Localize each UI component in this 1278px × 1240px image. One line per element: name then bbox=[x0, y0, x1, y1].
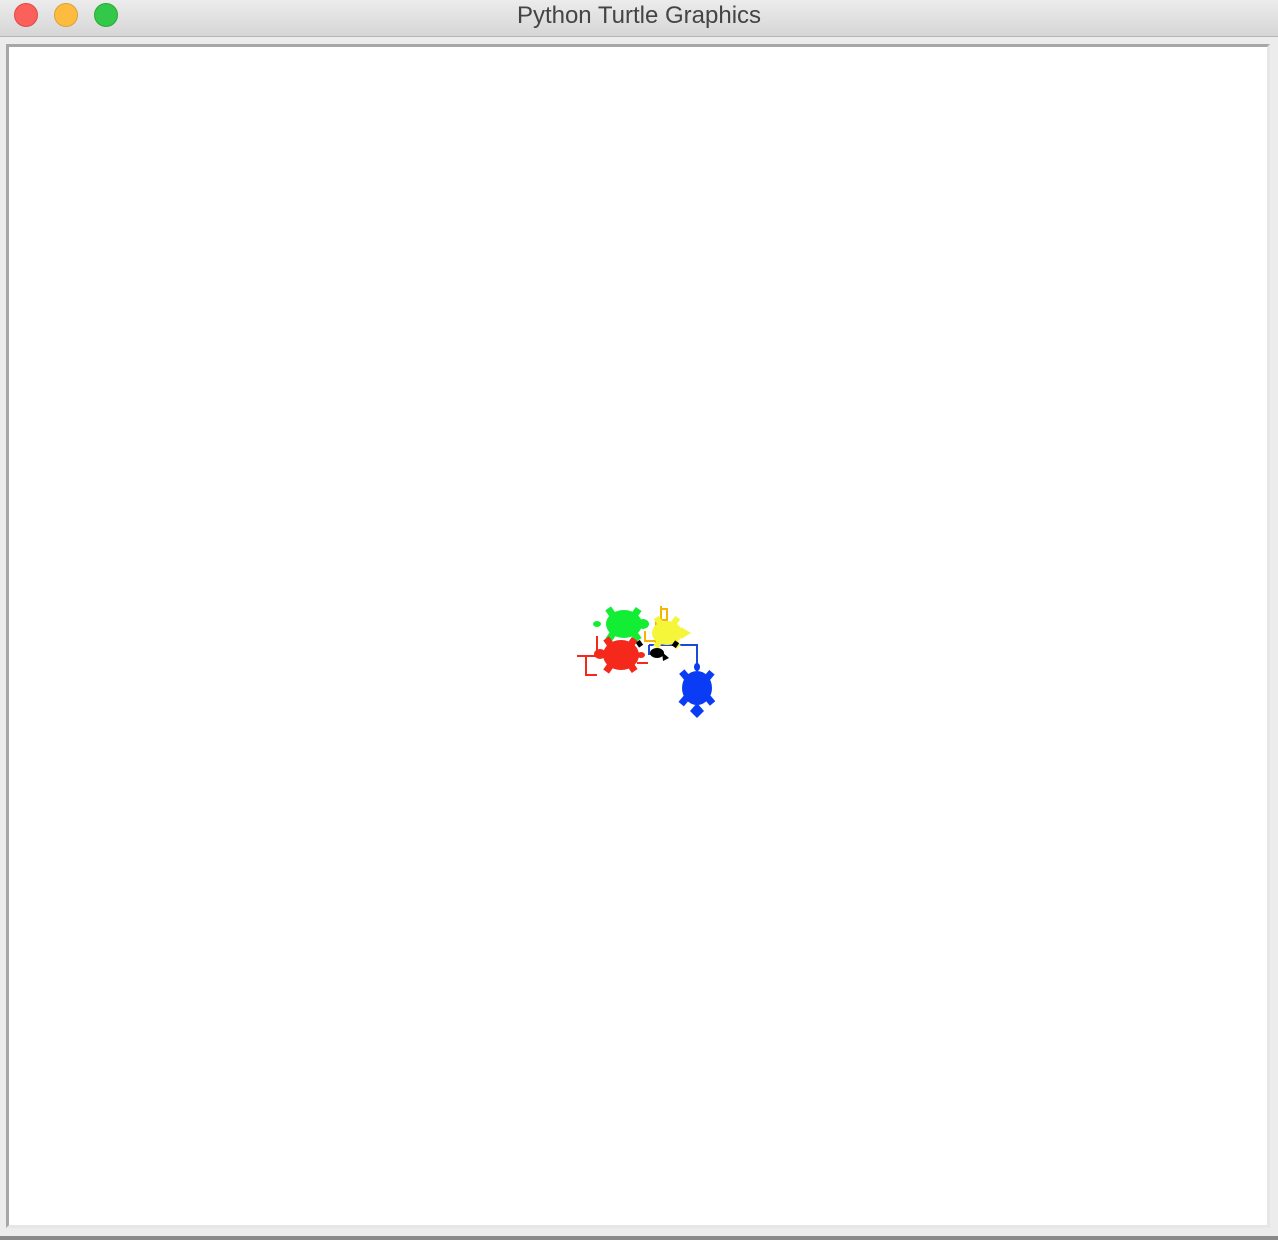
turtle-window: Python Turtle Graphics bbox=[0, 0, 1278, 1240]
green-turtle bbox=[593, 606, 649, 643]
drawing-surface bbox=[577, 606, 716, 718]
turtle-canvas[interactable] bbox=[6, 44, 1270, 1228]
blue-turtle bbox=[678, 663, 716, 718]
window-bottom-edge bbox=[0, 1236, 1278, 1240]
title-bar[interactable]: Python Turtle Graphics bbox=[0, 0, 1278, 37]
window-title: Python Turtle Graphics bbox=[516, 2, 762, 29]
